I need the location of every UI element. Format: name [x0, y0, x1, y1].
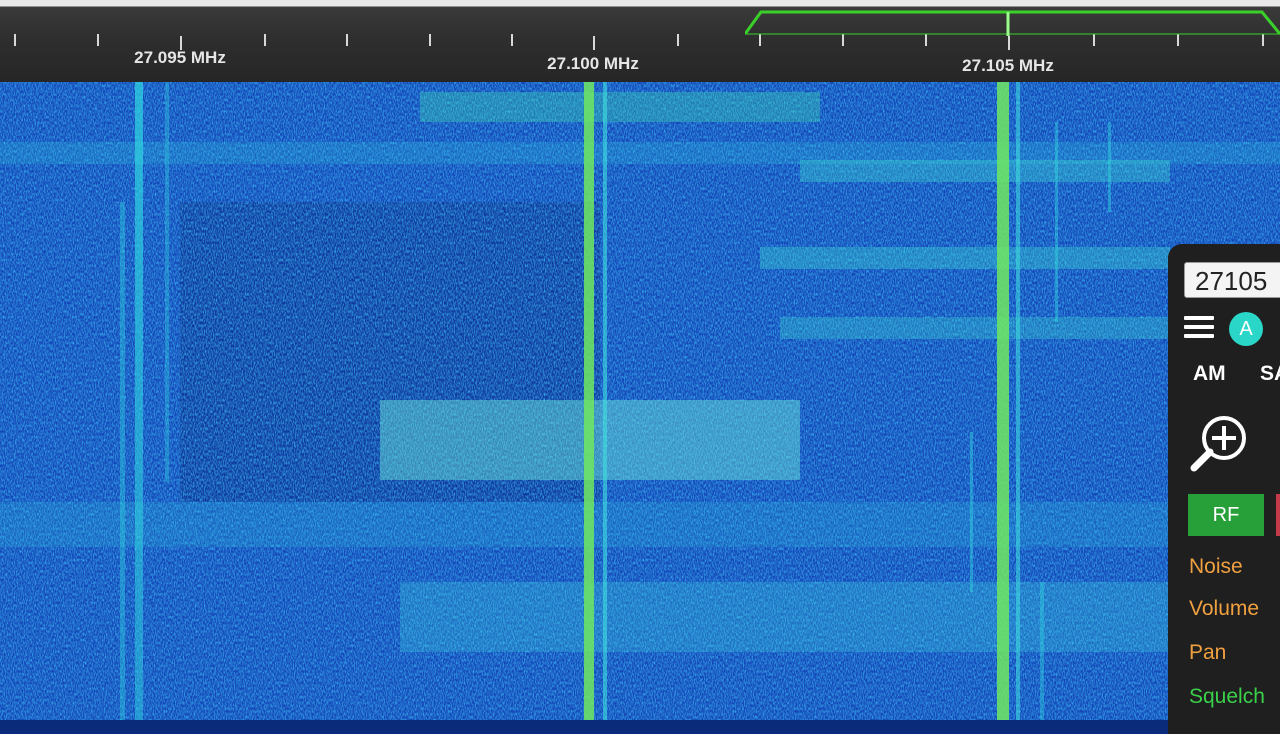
scale-tick	[264, 34, 266, 46]
freq-label-27-105: 27.105 MHz	[962, 56, 1054, 75]
menu-icon[interactable]	[1184, 316, 1214, 340]
rf-button[interactable]: RF	[1188, 494, 1264, 536]
noise-slider-label[interactable]: Noise	[1189, 555, 1243, 579]
zoom-out-icon[interactable]	[1276, 414, 1280, 454]
scale-tick	[677, 34, 679, 46]
frequency-input[interactable]	[1184, 262, 1280, 298]
scale-tick	[346, 34, 348, 46]
scale-tick	[97, 34, 99, 46]
waterfall-display[interactable]	[0, 82, 1280, 720]
freq-label-27-100: 27.100 MHz	[547, 54, 639, 73]
volume-slider-label[interactable]: Volume	[1189, 597, 1259, 621]
scale-tick	[14, 34, 16, 46]
control-panel: A AM SA RF Noise Volume Pan Squelch	[1168, 244, 1280, 734]
freq-label-27-095: 27.095 MHz	[134, 48, 226, 67]
frequency-scale[interactable]: 27.095 MHz 27.100 MHz 27.105 MHz	[0, 0, 1280, 82]
zoom-in-icon[interactable]	[1184, 408, 1252, 476]
scale-tick	[1008, 36, 1010, 50]
af-button[interactable]	[1276, 494, 1280, 536]
passband-marker[interactable]	[745, 10, 1280, 36]
scale-tick	[593, 36, 595, 50]
scale-tick	[511, 34, 513, 46]
pan-slider-label[interactable]: Pan	[1189, 641, 1226, 665]
mode-sam-button[interactable]: SA	[1260, 362, 1280, 386]
squelch-slider-label[interactable]: Squelch	[1189, 685, 1265, 709]
auto-mode-button[interactable]: A	[1229, 312, 1263, 346]
scale-tick	[429, 34, 431, 46]
mode-am-button[interactable]: AM	[1193, 362, 1226, 386]
